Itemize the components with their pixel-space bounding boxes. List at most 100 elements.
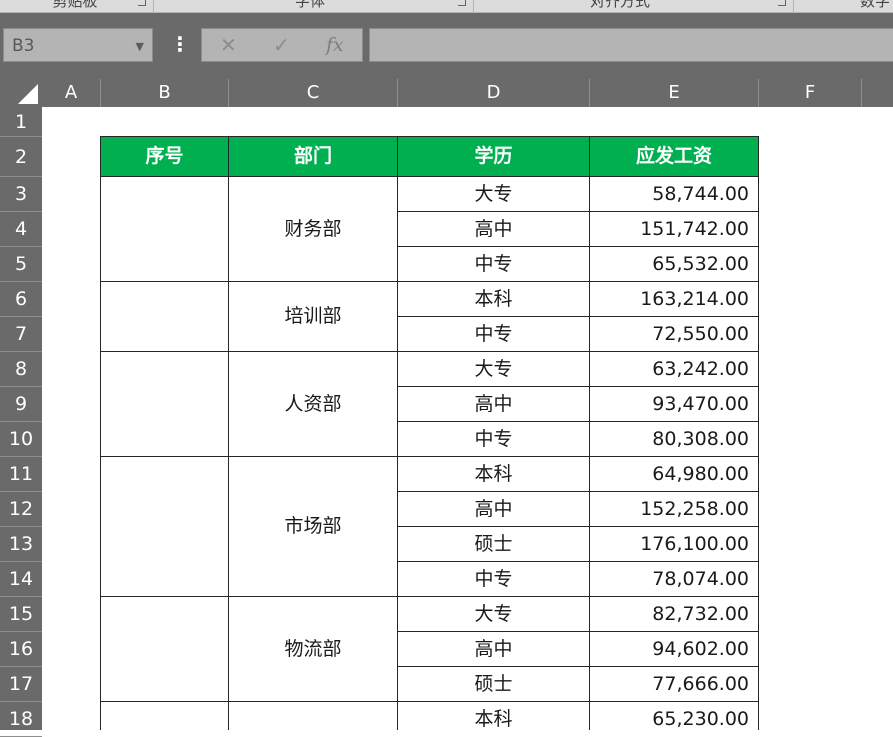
education-cell[interactable]: 高中 (398, 387, 590, 422)
row-header-9[interactable]: 9 (0, 387, 42, 422)
row-header-14[interactable]: 14 (0, 562, 42, 597)
column-header-b[interactable]: B (101, 79, 229, 107)
ribbon-group-alignment: 对齐方式 (589, 0, 650, 10)
select-all-triangle-icon (18, 84, 38, 104)
formula-input[interactable] (369, 28, 893, 62)
pay-cell[interactable]: 58,744.00 (590, 177, 759, 212)
education-cell[interactable]: 中专 (398, 317, 590, 352)
worksheet-grid[interactable]: 序号 部门 学历 应发工资 财务部 大专 58,744.00 高中 151,742.00 中专 65… (42, 107, 893, 730)
pay-cell[interactable]: 77,666.00 (590, 667, 759, 702)
column-header-e[interactable]: E (590, 79, 759, 107)
table-header-cell[interactable]: 部门 (229, 137, 398, 177)
dept-cell[interactable] (229, 702, 398, 730)
cancel-icon[interactable]: ✕ (220, 33, 237, 57)
ribbon-separator (793, 0, 794, 12)
education-cell[interactable]: 本科 (398, 702, 590, 730)
pay-cell[interactable]: 65,230.00 (590, 702, 759, 730)
font-launcher-icon[interactable] (458, 0, 466, 6)
formula-buttons: ✕ ✓ fx (201, 28, 363, 62)
row-header-2[interactable]: 2 (0, 137, 42, 177)
education-cell[interactable]: 大专 (398, 352, 590, 387)
column-header-c[interactable]: C (229, 79, 398, 107)
seq-cell[interactable] (101, 177, 229, 282)
table-header-cell[interactable]: 序号 (101, 137, 229, 177)
dept-cell[interactable]: 培训部 (229, 282, 398, 352)
seq-cell[interactable] (101, 597, 229, 702)
education-cell[interactable]: 中专 (398, 247, 590, 282)
chevron-down-icon[interactable]: ▼ (136, 40, 144, 53)
education-cell[interactable]: 高中 (398, 632, 590, 667)
vertical-ellipsis-icon[interactable]: ⋮ (170, 31, 190, 61)
dept-cell[interactable]: 财务部 (229, 177, 398, 282)
education-cell[interactable]: 高中 (398, 492, 590, 527)
dept-cell[interactable]: 人资部 (229, 352, 398, 457)
seq-cell[interactable] (101, 457, 229, 597)
row-header-16[interactable]: 16 (0, 632, 42, 667)
row-header-8[interactable]: 8 (0, 352, 42, 387)
column-header-d[interactable]: D (398, 79, 590, 107)
select-all-corner[interactable] (0, 79, 42, 107)
column-header-a[interactable]: A (42, 79, 101, 107)
column-headers: A B C D E F (0, 79, 893, 107)
education-cell[interactable]: 本科 (398, 457, 590, 492)
pay-cell[interactable]: 78,074.00 (590, 562, 759, 597)
row-header-10[interactable]: 10 (0, 422, 42, 457)
ribbon-group-number: 数字 (859, 0, 890, 10)
seq-cell[interactable] (101, 702, 229, 730)
dept-cell[interactable]: 市场部 (229, 457, 398, 597)
row-header-5[interactable]: 5 (0, 247, 42, 282)
education-cell[interactable]: 硕士 (398, 667, 590, 702)
ribbon-group-labels: 剪贴板 字体 对齐方式 数字 (0, 0, 893, 13)
ribbon-separator (153, 0, 154, 12)
pay-cell[interactable]: 72,550.00 (590, 317, 759, 352)
pay-cell[interactable]: 63,242.00 (590, 352, 759, 387)
education-cell[interactable]: 大专 (398, 177, 590, 212)
seq-cell[interactable] (101, 282, 229, 352)
education-cell[interactable]: 中专 (398, 422, 590, 457)
pay-cell[interactable]: 94,602.00 (590, 632, 759, 667)
row-header-17[interactable]: 17 (0, 667, 42, 702)
column-header-f[interactable]: F (759, 79, 862, 107)
table-top-border (101, 136, 759, 137)
row-header-7[interactable]: 7 (0, 317, 42, 352)
seq-cell[interactable] (101, 352, 229, 457)
salary-table: 序号 部门 学历 应发工资 财务部 大专 58,744.00 高中 151,742.00 中专 65… (42, 107, 893, 730)
row-header-4[interactable]: 4 (0, 212, 42, 247)
education-cell[interactable]: 中专 (398, 562, 590, 597)
pay-cell[interactable]: 176,100.00 (590, 527, 759, 562)
pay-cell[interactable]: 82,732.00 (590, 597, 759, 632)
clipboard-launcher-icon[interactable] (138, 0, 146, 6)
insert-function-icon[interactable]: fx (326, 34, 344, 56)
ribbon-group-font: 字体 (294, 0, 325, 10)
ribbon-group-clipboard: 剪贴板 (52, 0, 98, 10)
pay-cell[interactable]: 93,470.00 (590, 387, 759, 422)
table-header-cell[interactable]: 学历 (398, 137, 590, 177)
education-cell[interactable]: 本科 (398, 282, 590, 317)
row-header-3[interactable]: 3 (0, 177, 42, 212)
row-header-12[interactable]: 12 (0, 492, 42, 527)
pay-cell[interactable]: 163,214.00 (590, 282, 759, 317)
pay-cell[interactable]: 80,308.00 (590, 422, 759, 457)
row-header-15[interactable]: 15 (0, 597, 42, 632)
enter-icon[interactable]: ✓ (273, 33, 290, 57)
row-header-11[interactable]: 11 (0, 457, 42, 492)
education-cell[interactable]: 大专 (398, 597, 590, 632)
pay-cell[interactable]: 65,532.00 (590, 247, 759, 282)
pay-cell[interactable]: 151,742.00 (590, 212, 759, 247)
formula-bar-area: B3 ▼ ⋮ ✕ ✓ fx (0, 13, 893, 79)
row-header-1[interactable]: 1 (0, 107, 42, 137)
row-header-13[interactable]: 13 (0, 527, 42, 562)
row-headers: 1 2 3 4 5 6 7 8 9 10 11 12 13 14 15 16 17 18 (0, 107, 42, 737)
ribbon-separator (473, 0, 474, 12)
pay-cell[interactable]: 64,980.00 (590, 457, 759, 492)
alignment-launcher-icon[interactable] (778, 0, 786, 6)
name-box[interactable]: B3 ▼ (3, 28, 153, 62)
dept-cell[interactable]: 物流部 (229, 597, 398, 702)
row-header-18[interactable]: 18 (0, 702, 42, 737)
education-cell[interactable]: 高中 (398, 212, 590, 247)
name-box-value: B3 (12, 36, 35, 56)
table-header-cell[interactable]: 应发工资 (590, 137, 759, 177)
education-cell[interactable]: 硕士 (398, 527, 590, 562)
pay-cell[interactable]: 152,258.00 (590, 492, 759, 527)
row-header-6[interactable]: 6 (0, 282, 42, 317)
